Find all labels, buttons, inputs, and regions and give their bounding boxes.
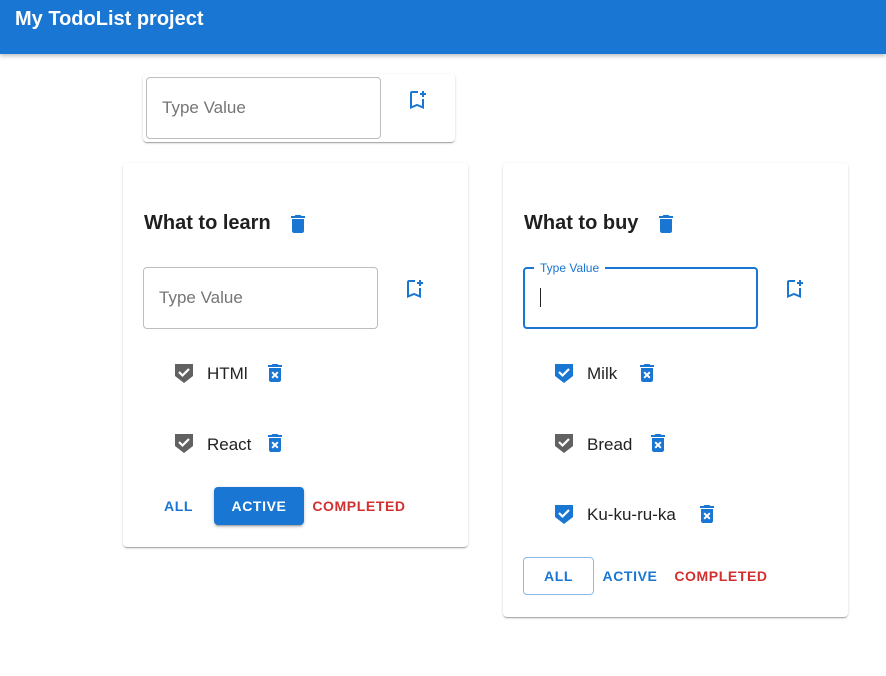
app-bar: My TodoList project: [0, 0, 886, 54]
list-title: What to buy: [524, 212, 639, 234]
filter-all-button[interactable]: ALL: [156, 487, 201, 525]
shield-check-icon: [552, 502, 576, 526]
app-title: My TodoList project: [15, 8, 204, 30]
task-title[interactable]: Milk: [587, 364, 617, 384]
add-task-input[interactable]: [525, 269, 756, 327]
task-title[interactable]: Bread: [587, 435, 632, 455]
delete-forever-icon: [263, 431, 287, 455]
bookmark-add-icon: [402, 277, 426, 301]
todolist-card-learn: What to learn HTMl React ALL ACTIVE COMP…: [123, 163, 468, 547]
todolist-card-buy: What to buy Type Value Milk Bread Ku-ku-…: [503, 163, 848, 617]
add-list-field[interactable]: [146, 77, 381, 139]
filter-completed-button[interactable]: COMPLETED: [671, 557, 771, 595]
filter-active-button[interactable]: ACTIVE: [214, 487, 304, 525]
delete-forever-icon: [695, 502, 719, 526]
task-checkbox[interactable]: [551, 360, 577, 386]
filter-completed-button[interactable]: COMPLETED: [309, 487, 409, 525]
delete-forever-icon: [646, 431, 670, 455]
bookmark-add-icon: [782, 277, 806, 301]
delete-icon: [654, 212, 678, 236]
task-checkbox[interactable]: [171, 360, 197, 386]
add-task-field[interactable]: Type Value: [523, 261, 758, 329]
add-task-field[interactable]: [143, 267, 378, 329]
delete-forever-icon: [635, 361, 659, 385]
text-cursor: [540, 288, 541, 307]
delete-icon: [286, 212, 310, 236]
task-title[interactable]: Ku-ku-ru-ka: [587, 505, 676, 525]
delete-forever-icon: [263, 361, 287, 385]
delete-list-button[interactable]: [653, 211, 679, 237]
task-checkbox[interactable]: [551, 501, 577, 527]
task-checkbox[interactable]: [551, 430, 577, 456]
task-title[interactable]: React: [207, 435, 251, 455]
shield-check-icon: [172, 361, 196, 385]
delete-task-button[interactable]: [634, 360, 660, 386]
add-task-input[interactable]: [144, 268, 377, 328]
task-checkbox[interactable]: [171, 430, 197, 456]
task-title[interactable]: HTMl: [207, 364, 248, 384]
delete-task-button[interactable]: [262, 360, 288, 386]
bookmark-add-icon: [405, 88, 429, 112]
delete-task-button[interactable]: [262, 430, 288, 456]
shield-check-icon: [172, 431, 196, 455]
shield-check-icon: [552, 431, 576, 455]
filter-all-button[interactable]: ALL: [523, 557, 594, 595]
list-title: What to learn: [144, 212, 271, 234]
delete-list-button[interactable]: [285, 211, 311, 237]
add-list-card: [143, 74, 455, 142]
add-task-button[interactable]: [781, 276, 807, 302]
delete-task-button[interactable]: [694, 501, 720, 527]
add-list-input[interactable]: [147, 78, 380, 138]
filter-active-button[interactable]: ACTIVE: [599, 557, 661, 595]
delete-task-button[interactable]: [645, 430, 671, 456]
add-list-button[interactable]: [404, 87, 430, 113]
shield-check-icon: [552, 361, 576, 385]
add-task-button[interactable]: [401, 276, 427, 302]
